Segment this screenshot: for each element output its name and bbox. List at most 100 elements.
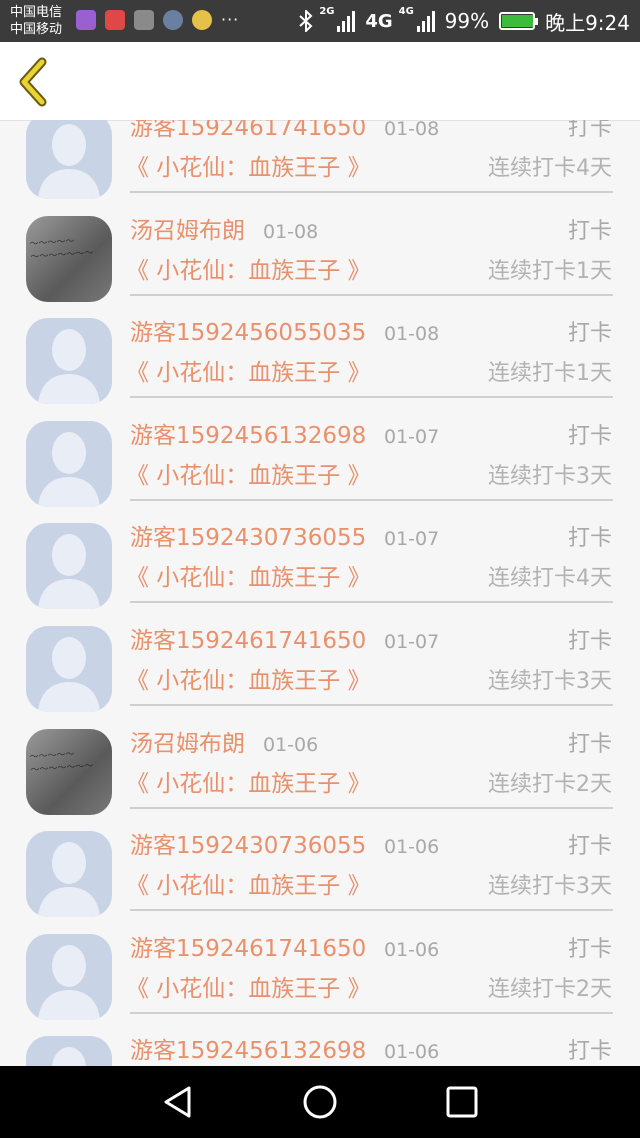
- person-silhouette-icon: [38, 534, 100, 610]
- user-name[interactable]: 游客1592430736055: [130, 523, 366, 553]
- checkin-action: 打卡: [567, 423, 612, 449]
- back-button[interactable]: [12, 54, 62, 110]
- person-silhouette-icon: [38, 124, 100, 199]
- avatar[interactable]: [26, 318, 112, 405]
- avatar[interactable]: [26, 625, 112, 712]
- checkin-date: 01-06: [263, 733, 319, 756]
- avatar[interactable]: [26, 933, 112, 1020]
- checkin-row[interactable]: 游客1592461741650 01-08 打卡《 小花仙：血族王子 》 连续打卡4天: [0, 120, 640, 206]
- checkin-action: 打卡: [567, 526, 612, 552]
- checkin-action: 打卡: [567, 731, 612, 757]
- streak-count: 连续打卡2天: [488, 976, 612, 1002]
- streak-count: 连续打卡4天: [488, 566, 612, 592]
- checkin-date: 01-08: [384, 323, 440, 346]
- streak-count: 连续打卡4天: [488, 156, 612, 181]
- book-title[interactable]: 《 小花仙：血族王子 》: [126, 358, 371, 388]
- checkin-row[interactable]: 游客1592461741650 01-06 打卡《 小花仙：血族王子 》 连续打卡2天: [0, 924, 640, 1027]
- user-name[interactable]: 游客1592461741650: [130, 626, 366, 656]
- row-divider: [130, 396, 613, 399]
- system-nav-bar: [0, 1066, 640, 1138]
- person-silhouette-icon: [52, 1047, 86, 1066]
- triangle-back-icon: [164, 1086, 191, 1118]
- battery-percent: 99%: [444, 9, 490, 33]
- checkin-list[interactable]: 游客1592461741650 01-08 打卡《 小花仙：血族王子 》连续打卡4天…: [0, 120, 640, 1066]
- person-silhouette-icon: [38, 636, 100, 712]
- net-4g-small-label: 4G: [398, 6, 414, 17]
- book-title[interactable]: 《 小花仙：血族王子 》: [126, 666, 371, 696]
- avatar[interactable]: [26, 420, 112, 507]
- user-name[interactable]: 游客1592456132698: [130, 1036, 366, 1066]
- checkin-row[interactable]: 游客1592430736055 01-06 打卡《 小花仙：血族王子 》 连续打卡3天: [0, 821, 640, 924]
- user-name[interactable]: 游客1592456132698: [130, 421, 366, 451]
- streak-count: 连续打卡2天: [488, 771, 612, 797]
- top-header: [0, 42, 640, 121]
- checkin-date: 01-07: [384, 425, 440, 448]
- avatar[interactable]: ～～～～～ ～～～～～～～: [26, 215, 112, 302]
- signal-4g-icon: 4G: [399, 6, 435, 32]
- streak-count: 连续打卡3天: [488, 668, 612, 694]
- circle-home-icon: [303, 1085, 337, 1119]
- person-silhouette-icon: [38, 431, 100, 507]
- bluetooth-icon: [299, 10, 313, 32]
- avatar[interactable]: [26, 831, 112, 918]
- book-title[interactable]: 《 小花仙：血族王子 》: [126, 563, 371, 593]
- more-notifications-icon: ···: [221, 10, 240, 29]
- checkin-row[interactable]: ～～～～～ ～～～～～～～ 汤召姆布朗 01-08 打卡《 小花仙：血族王子 》 连续打卡…: [0, 206, 640, 309]
- streak-count: 连续打卡3天: [488, 874, 612, 900]
- carrier-1: 中国电信: [10, 5, 63, 20]
- person-silhouette-icon: [38, 944, 100, 1020]
- gallery-app-icon: [76, 10, 96, 30]
- person-silhouette-icon: [38, 329, 100, 405]
- streak-count: 连续打卡3天: [488, 463, 612, 489]
- checkin-date: 01-08: [384, 120, 440, 140]
- book-title[interactable]: 《 小花仙：血族王子 》: [126, 769, 371, 799]
- avatar[interactable]: [26, 523, 112, 610]
- user-name[interactable]: 游客1592461741650: [130, 120, 366, 143]
- checkin-action: 打卡: [567, 628, 612, 654]
- carrier-2: 中国移动: [10, 22, 63, 37]
- book-title[interactable]: 《 小花仙：血族王子 》: [126, 256, 371, 286]
- nav-back-button[interactable]: [158, 1082, 198, 1122]
- book-title[interactable]: 《 小花仙：血族王子 》: [126, 461, 371, 491]
- nav-home-button[interactable]: [300, 1082, 340, 1122]
- checkin-row[interactable]: 游客1592456132698 01-06 打卡: [0, 1026, 640, 1066]
- checkin-date: 01-06: [384, 938, 440, 961]
- carrier-labels: 中国电信 中国移动: [10, 4, 62, 38]
- book-title[interactable]: 《 小花仙：血族王子 》: [126, 871, 371, 901]
- row-divider: [130, 703, 613, 706]
- user-name[interactable]: 游客1592430736055: [130, 831, 366, 861]
- handwriting-photo-icon: ～～～～～ ～～～～～～～: [29, 236, 94, 263]
- nav-recents-button[interactable]: [442, 1082, 482, 1122]
- checkin-date: 01-06: [384, 1041, 440, 1064]
- checkin-row[interactable]: 游客1592456132698 01-07 打卡《 小花仙：血族王子 》 连续打卡3天: [0, 411, 640, 514]
- checkin-row[interactable]: ～～～～～ ～～～～～～～ 汤召姆布朗 01-06 打卡《 小花仙：血族王子 》 连续打卡…: [0, 719, 640, 822]
- checkin-list-content: 游客1592461741650 01-08 打卡《 小花仙：血族王子 》连续打卡4天…: [0, 120, 640, 1066]
- photo-app-icon: [134, 10, 154, 30]
- avatar[interactable]: [26, 120, 112, 199]
- signal-2g-icon: 2G: [319, 6, 356, 32]
- checkin-action: 打卡: [567, 218, 612, 244]
- row-divider: [130, 1011, 613, 1014]
- person-silhouette-icon: [38, 842, 100, 918]
- row-divider: [130, 293, 613, 296]
- user-name[interactable]: 汤召姆布朗: [130, 216, 245, 246]
- checkin-row[interactable]: 游客1592430736055 01-07 打卡《 小花仙：血族王子 》 连续打卡4天: [0, 513, 640, 616]
- book-title[interactable]: 《 小花仙：血族王子 》: [126, 153, 371, 183]
- checkin-row[interactable]: 游客1592461741650 01-07 打卡《 小花仙：血族王子 》 连续打卡3天: [0, 616, 640, 719]
- checkin-row[interactable]: 游客1592456055035 01-08 打卡《 小花仙：血族王子 》 连续打卡1天: [0, 308, 640, 411]
- user-name[interactable]: 汤召姆布朗: [130, 729, 245, 759]
- row-divider: [130, 601, 613, 604]
- clock: 晚上9:24: [545, 10, 630, 35]
- square-recents-icon: [446, 1086, 478, 1118]
- checkin-action: 打卡: [567, 1039, 612, 1065]
- checkin-date: 01-07: [384, 528, 440, 551]
- avatar[interactable]: [26, 1036, 112, 1066]
- user-name[interactable]: 游客1592461741650: [130, 934, 366, 964]
- book-title[interactable]: 《 小花仙：血族王子 》: [126, 974, 371, 1004]
- streak-count: 连续打卡1天: [488, 258, 612, 284]
- avatar[interactable]: ～～～～～ ～～～～～～～: [26, 728, 112, 815]
- user-name[interactable]: 游客1592456055035: [130, 318, 366, 348]
- battery-icon: [499, 12, 539, 30]
- game-app-icon: [192, 10, 212, 30]
- checkin-action: 打卡: [567, 321, 612, 347]
